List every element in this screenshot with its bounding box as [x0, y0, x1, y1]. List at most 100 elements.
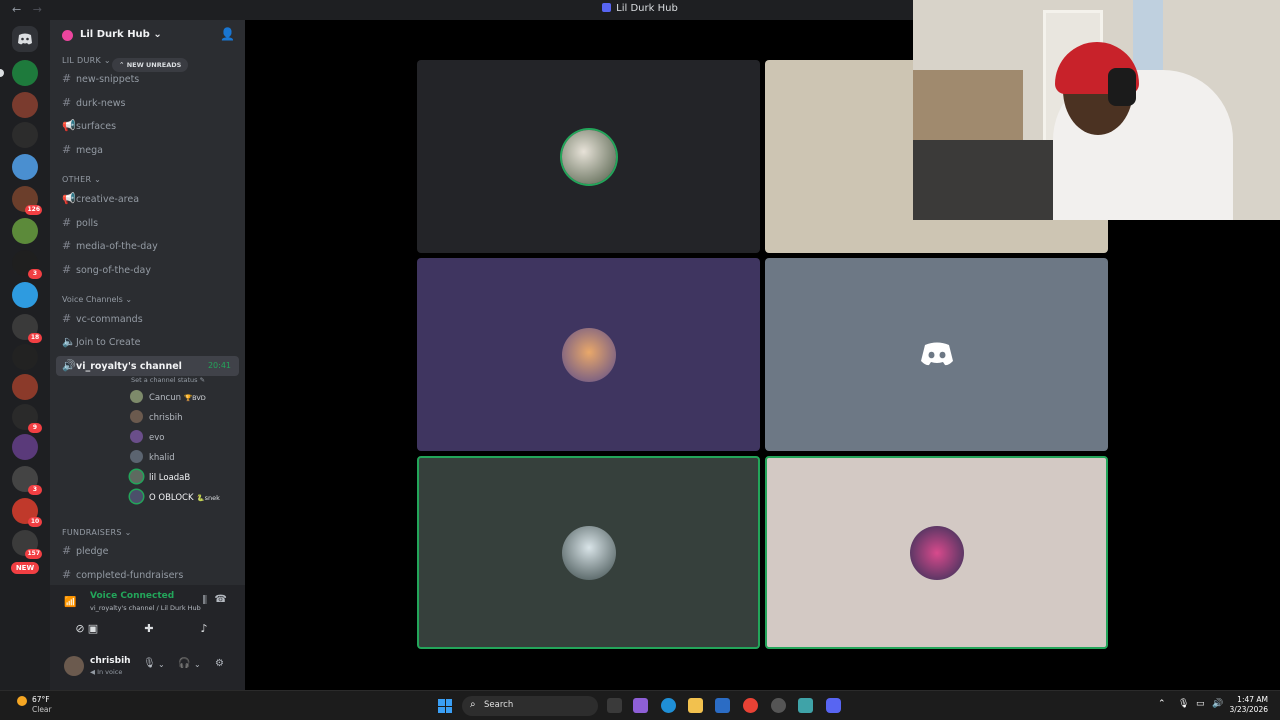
chevron-down-icon[interactable]: ⌄	[194, 660, 201, 669]
voice-user[interactable]: O OBLOCK 🐍snek	[130, 489, 220, 507]
speaker-icon: 🔈	[62, 335, 76, 348]
invite-icon[interactable]: 👤	[220, 27, 235, 41]
avatar	[130, 410, 143, 423]
voice-user[interactable]: evo	[130, 429, 164, 447]
channel-mega[interactable]: # mega	[56, 140, 239, 160]
edge-icon[interactable]	[661, 698, 676, 713]
voice-connected-subtitle[interactable]: vi_royalty's channel / Lil Durk Hub	[90, 604, 201, 612]
channel-vc-commands[interactable]: # vc-commands	[56, 309, 239, 329]
server-icon[interactable]	[12, 122, 38, 148]
channel-media-of-the-day[interactable]: # media-of-the-day	[56, 236, 239, 256]
taskbar-search[interactable]: ⌕ Search	[462, 696, 598, 716]
chevron-down-icon[interactable]: ⌄	[158, 660, 165, 669]
server-icon[interactable]	[12, 92, 38, 118]
category-other[interactable]: OTHER ⌄	[62, 175, 101, 184]
clock-time: 1:47 AM	[1237, 695, 1268, 704]
chevron-up-icon[interactable]: ⌃	[1158, 699, 1166, 709]
category-voice-channels[interactable]: Voice Channels ⌄	[62, 295, 132, 304]
category-fundraisers[interactable]: FUNDRAISERS ⌄	[62, 528, 132, 537]
windows-start-icon[interactable]	[438, 699, 452, 713]
channel-active-voice[interactable]: 🔊vi_royalty's channel 20:41	[56, 356, 239, 376]
noise-suppression-icon[interactable]: ⫼	[202, 595, 207, 606]
user-name[interactable]: chrisbih	[90, 656, 131, 666]
participant-tile[interactable]	[765, 456, 1108, 649]
server-icon[interactable]: 3	[12, 250, 42, 279]
participant-tile[interactable]	[417, 456, 760, 649]
microphone-icon[interactable]: 🎙	[143, 658, 156, 669]
channel-status[interactable]: Set a channel status ✎	[131, 376, 205, 384]
activities-button[interactable]: ✚	[128, 620, 170, 638]
channel-song-of-the-day[interactable]: # song-of-the-day	[56, 260, 239, 280]
weather-icon[interactable]	[17, 696, 27, 706]
voice-connected-title[interactable]: Voice Connected	[90, 591, 174, 601]
channel-completed-fundraisers[interactable]: # completed-fundraisers	[56, 565, 239, 585]
network-icon[interactable]: ▭	[1196, 699, 1205, 709]
chrome-icon[interactable]	[743, 698, 758, 713]
channel-polls[interactable]: # polls	[56, 213, 239, 233]
clock-date: 3/23/2026	[1229, 705, 1268, 714]
server-icon[interactable]	[12, 282, 38, 308]
notepad-icon[interactable]	[798, 698, 813, 713]
participant-tile[interactable]	[417, 60, 760, 253]
chevron-down-icon: ⌄	[153, 29, 162, 40]
voice-user[interactable]: lil LoadaB	[130, 469, 190, 487]
copilot-icon[interactable]	[633, 698, 648, 713]
server-icon[interactable]	[12, 154, 38, 180]
server-icon[interactable]	[12, 344, 38, 370]
gear-icon[interactable]: ⚙	[215, 658, 224, 669]
server-icon[interactable]: 157	[12, 530, 42, 559]
hash-icon: #	[62, 263, 72, 276]
app-icon[interactable]	[771, 698, 786, 713]
megaphone-icon: 📢	[62, 119, 76, 132]
discord-home-icon[interactable]	[12, 26, 38, 52]
store-icon[interactable]	[715, 698, 730, 713]
server-icon[interactable]: 3	[12, 466, 42, 495]
server-icon[interactable]	[12, 434, 38, 460]
voice-user[interactable]: Cancun 🏆BVD	[130, 389, 206, 407]
channel-surfaces[interactable]: 📢surfaces	[56, 116, 239, 136]
headphones-icon[interactable]: 🎧	[178, 658, 190, 669]
server-icon	[602, 3, 612, 12]
server-icon[interactable]: 18	[12, 314, 42, 343]
channel-durk-news[interactable]: # durk-news	[56, 93, 239, 113]
server-icon[interactable]: 9	[12, 404, 42, 433]
task-view-icon[interactable]	[607, 698, 622, 713]
clock[interactable]: 1:47 AM 3/23/2026	[1230, 695, 1268, 715]
mention-badge: 3	[28, 485, 42, 495]
guild-header[interactable]: Lil Durk Hub ⌄ 👤	[50, 20, 245, 50]
avatar	[130, 430, 143, 443]
server-icon[interactable]: 10	[12, 498, 42, 527]
file-explorer-icon[interactable]	[688, 698, 703, 713]
channel-new-snippets[interactable]: # new-snippets	[56, 69, 239, 89]
volume-icon[interactable]: 🔊	[1212, 699, 1223, 709]
screen-share-button[interactable]: ▣	[72, 620, 114, 638]
participant-tile[interactable]	[417, 258, 760, 451]
hash-icon: #	[62, 216, 72, 229]
avatar[interactable]	[64, 656, 84, 676]
mention-badge: 3	[28, 269, 42, 279]
server-icon[interactable]	[0, 60, 38, 86]
webcam-bed	[913, 140, 1063, 220]
search-icon: ⌕	[470, 699, 476, 710]
disconnect-icon[interactable]: ☎	[215, 594, 227, 605]
weather-condition[interactable]: Clear	[32, 705, 52, 714]
discord-taskbar-icon[interactable]	[826, 698, 841, 713]
new-badge[interactable]: NEW	[11, 562, 39, 574]
server-icon[interactable]: 126	[12, 186, 42, 215]
webcam-headboard	[913, 70, 1023, 140]
channel-creative-area[interactable]: 📢creative-area	[56, 189, 239, 209]
user-status: ◀ In voice	[90, 668, 123, 676]
microphone-icon[interactable]: 🎙	[1178, 699, 1189, 709]
weather-temp[interactable]: 67°F	[32, 695, 50, 704]
category-lil-durk[interactable]: LIL DURK ⌄	[62, 56, 111, 65]
voice-user[interactable]: khalid	[130, 449, 175, 467]
participant-tile[interactable]	[765, 258, 1108, 451]
voice-user[interactable]: chrisbih	[130, 409, 183, 427]
server-icon[interactable]	[12, 374, 38, 400]
channel-pledge[interactable]: # pledge	[56, 541, 239, 561]
server-icon[interactable]	[12, 218, 38, 244]
channel-join-to-create[interactable]: 🔈Join to Create	[56, 332, 239, 352]
soundboard-button[interactable]: ♪	[183, 620, 225, 638]
user-panel: chrisbih ◀ In voice 🎙 ⌄ 🎧 ⌄ ⚙	[50, 645, 245, 690]
signal-icon[interactable]: 📶	[64, 597, 76, 608]
